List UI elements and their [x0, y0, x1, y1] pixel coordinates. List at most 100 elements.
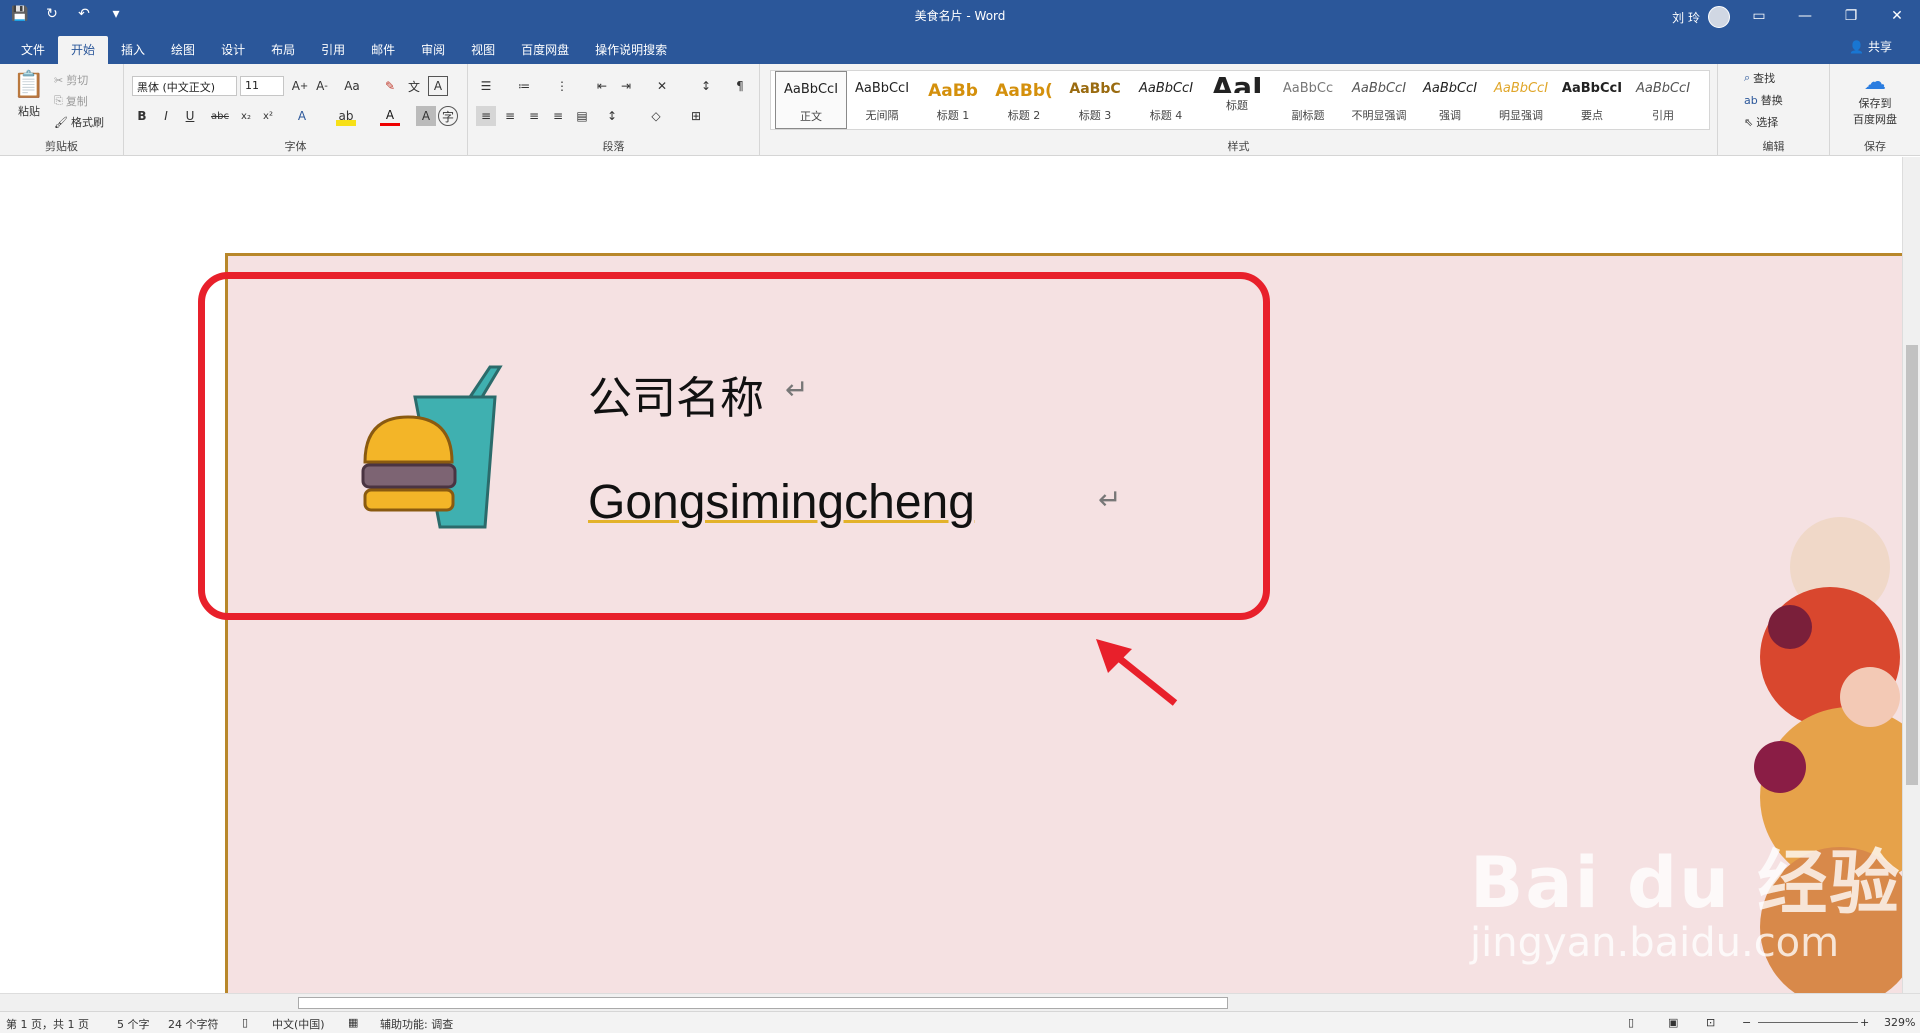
accessibility[interactable]: 辅助功能: 调查: [380, 1016, 453, 1032]
bullets-icon[interactable]: ☰: [476, 76, 496, 96]
justify-icon[interactable]: ≡: [548, 106, 568, 126]
align-center-icon[interactable]: ≡: [500, 106, 520, 126]
multilevel-list-icon[interactable]: ⋮: [552, 76, 572, 96]
language[interactable]: 中文(中国): [272, 1016, 325, 1032]
phonetic-guide-icon[interactable]: 文: [404, 76, 424, 96]
style-6[interactable]: AaI 标题: [1201, 71, 1273, 129]
clear-format-icon[interactable]: ✎: [380, 76, 400, 96]
tab-1[interactable]: 开始: [58, 36, 109, 64]
horizontal-scrollbar[interactable]: [0, 993, 1920, 1011]
tab-7[interactable]: 邮件: [358, 36, 408, 64]
window-title: 美食名片 - Word: [914, 9, 1006, 23]
enclose-char-icon[interactable]: 字: [438, 106, 458, 126]
proofing-icon[interactable]: ▯: [242, 1016, 248, 1029]
word-count[interactable]: 5 个字: [117, 1016, 150, 1032]
style-10[interactable]: AaBbCcI 明显强调: [1485, 71, 1557, 129]
replace-button[interactable]: ab 替换: [1744, 92, 1783, 108]
copy-button[interactable]: ⎘ 复制: [54, 93, 88, 109]
asian-layout-icon[interactable]: ✕: [652, 76, 672, 96]
select-button[interactable]: ⇖ 选择: [1744, 114, 1778, 130]
horizontal-scroll-thumb[interactable]: [298, 997, 1228, 1009]
vertical-scrollbar[interactable]: [1902, 157, 1920, 993]
superscript-icon[interactable]: x²: [258, 106, 278, 126]
tab-6[interactable]: 引用: [308, 36, 358, 64]
shrink-font-icon[interactable]: A-: [312, 76, 332, 96]
user-account[interactable]: 刘 玲: [1672, 6, 1730, 28]
shading-icon[interactable]: ◇: [646, 106, 666, 126]
align-right-icon[interactable]: ≡: [524, 106, 544, 126]
style-1[interactable]: AaBbCcI 无间隔: [846, 71, 918, 129]
change-case-icon[interactable]: Aa: [342, 76, 362, 96]
vertical-scroll-thumb[interactable]: [1906, 345, 1918, 785]
font-color-icon[interactable]: A: [380, 106, 400, 126]
distributed-icon[interactable]: ▤: [572, 106, 592, 126]
numbering-icon[interactable]: ≔: [514, 76, 534, 96]
page-count[interactable]: 第 1 页，共 1 页: [6, 1016, 89, 1032]
bold-icon[interactable]: B: [132, 106, 152, 126]
read-mode-icon[interactable]: ▯: [1628, 1016, 1634, 1029]
tab-11[interactable]: 操作说明搜索: [582, 36, 680, 64]
tab-9[interactable]: 视图: [458, 36, 508, 64]
zoom-level[interactable]: 329%: [1884, 1016, 1915, 1029]
decrease-indent-icon[interactable]: ⇤: [592, 76, 612, 96]
style-preview: AaBbCcI: [1493, 81, 1549, 96]
restore-icon[interactable]: ❐: [1828, 0, 1874, 31]
macro-icon[interactable]: ▦: [348, 1016, 358, 1029]
tab-2[interactable]: 插入: [108, 36, 158, 64]
avatar[interactable]: [1708, 6, 1730, 28]
font-size-combo[interactable]: 11: [240, 76, 284, 96]
font-name-combo[interactable]: 黑体 (中文正文): [132, 76, 237, 96]
increase-indent-icon[interactable]: ⇥: [616, 76, 636, 96]
sort-icon[interactable]: ↕: [696, 76, 716, 96]
subscript-icon[interactable]: x₂: [236, 106, 256, 126]
format-painter-button[interactable]: 🖌 格式刷: [54, 114, 104, 130]
style-7[interactable]: AaBbCc 副标题: [1272, 71, 1344, 129]
company-pinyin[interactable]: Gongsimingcheng: [588, 475, 975, 530]
tab-0[interactable]: 文件: [8, 36, 58, 64]
document-area[interactable]: 公司名称 ↵ Gongsimingcheng ↵ Bai du 经验 jingy…: [0, 157, 1902, 993]
ribbon: 📋 粘贴 ✂ 剪切 ⎘ 复制 🖌 格式刷 剪贴板 黑体 (中文正文) 11 A + A-…: [0, 64, 1920, 156]
zoom-in-icon[interactable]: +: [1860, 1016, 1869, 1029]
text-effects-icon[interactable]: A: [292, 106, 312, 126]
minimize-icon[interactable]: —: [1782, 0, 1828, 31]
share-button[interactable]: 👤 共享: [1849, 38, 1892, 55]
find-button[interactable]: ⌕ 查找: [1744, 70, 1775, 86]
char-border-icon[interactable]: A: [428, 76, 448, 96]
print-layout-icon[interactable]: ▣: [1668, 1016, 1678, 1029]
ribbon-display-icon[interactable]: ▭: [1736, 0, 1782, 31]
tab-10[interactable]: 百度网盘: [508, 36, 582, 64]
style-12[interactable]: AaBbCcI 引用: [1627, 71, 1699, 129]
align-left-icon[interactable]: ≡: [476, 106, 496, 126]
highlight-icon[interactable]: ab: [336, 106, 356, 126]
style-5[interactable]: AaBbCcI 标题 4: [1130, 71, 1202, 129]
tab-4[interactable]: 设计: [208, 36, 258, 64]
tab-8[interactable]: 审阅: [408, 36, 458, 64]
line-spacing-icon[interactable]: ↕: [602, 106, 622, 126]
paste-button[interactable]: 📋 粘贴: [12, 70, 46, 119]
style-8[interactable]: AaBbCcI 不明显强调: [1343, 71, 1415, 129]
char-count[interactable]: 24 个字符: [168, 1016, 219, 1032]
cut-icon: ✂: [54, 73, 64, 87]
style-11[interactable]: AaBbCcI 要点: [1556, 71, 1628, 129]
web-layout-icon[interactable]: ⊡: [1706, 1016, 1715, 1029]
char-shading-icon[interactable]: A: [416, 106, 436, 126]
italic-icon[interactable]: I: [156, 106, 176, 126]
close-icon[interactable]: ✕: [1874, 0, 1920, 31]
style-4[interactable]: AaBbC 标题 3: [1059, 71, 1131, 129]
strikethrough-icon[interactable]: abc: [210, 106, 230, 126]
borders-icon[interactable]: ⊞: [686, 106, 706, 126]
style-3[interactable]: AaBb(标题 2: [988, 71, 1060, 129]
tab-5[interactable]: 布局: [258, 36, 308, 64]
tab-3[interactable]: 绘图: [158, 36, 208, 64]
zoom-slider[interactable]: [1758, 1022, 1858, 1023]
style-2[interactable]: AaBb 标题 1: [917, 71, 989, 129]
style-9[interactable]: AaBbCcI 强调: [1414, 71, 1486, 129]
grow-font-icon[interactable]: A +: [290, 76, 310, 96]
show-marks-icon[interactable]: ¶: [730, 76, 750, 96]
company-name[interactable]: 公司名称: [588, 362, 764, 426]
underline-icon[interactable]: U: [180, 106, 200, 126]
cut-button[interactable]: ✂ 剪切: [54, 72, 88, 88]
zoom-out-icon[interactable]: −: [1742, 1016, 1751, 1029]
style-0[interactable]: AaBbCcI 正文: [775, 71, 847, 129]
save-to-baidu-button[interactable]: ☁ 保存到 百度网盘: [1840, 70, 1910, 127]
